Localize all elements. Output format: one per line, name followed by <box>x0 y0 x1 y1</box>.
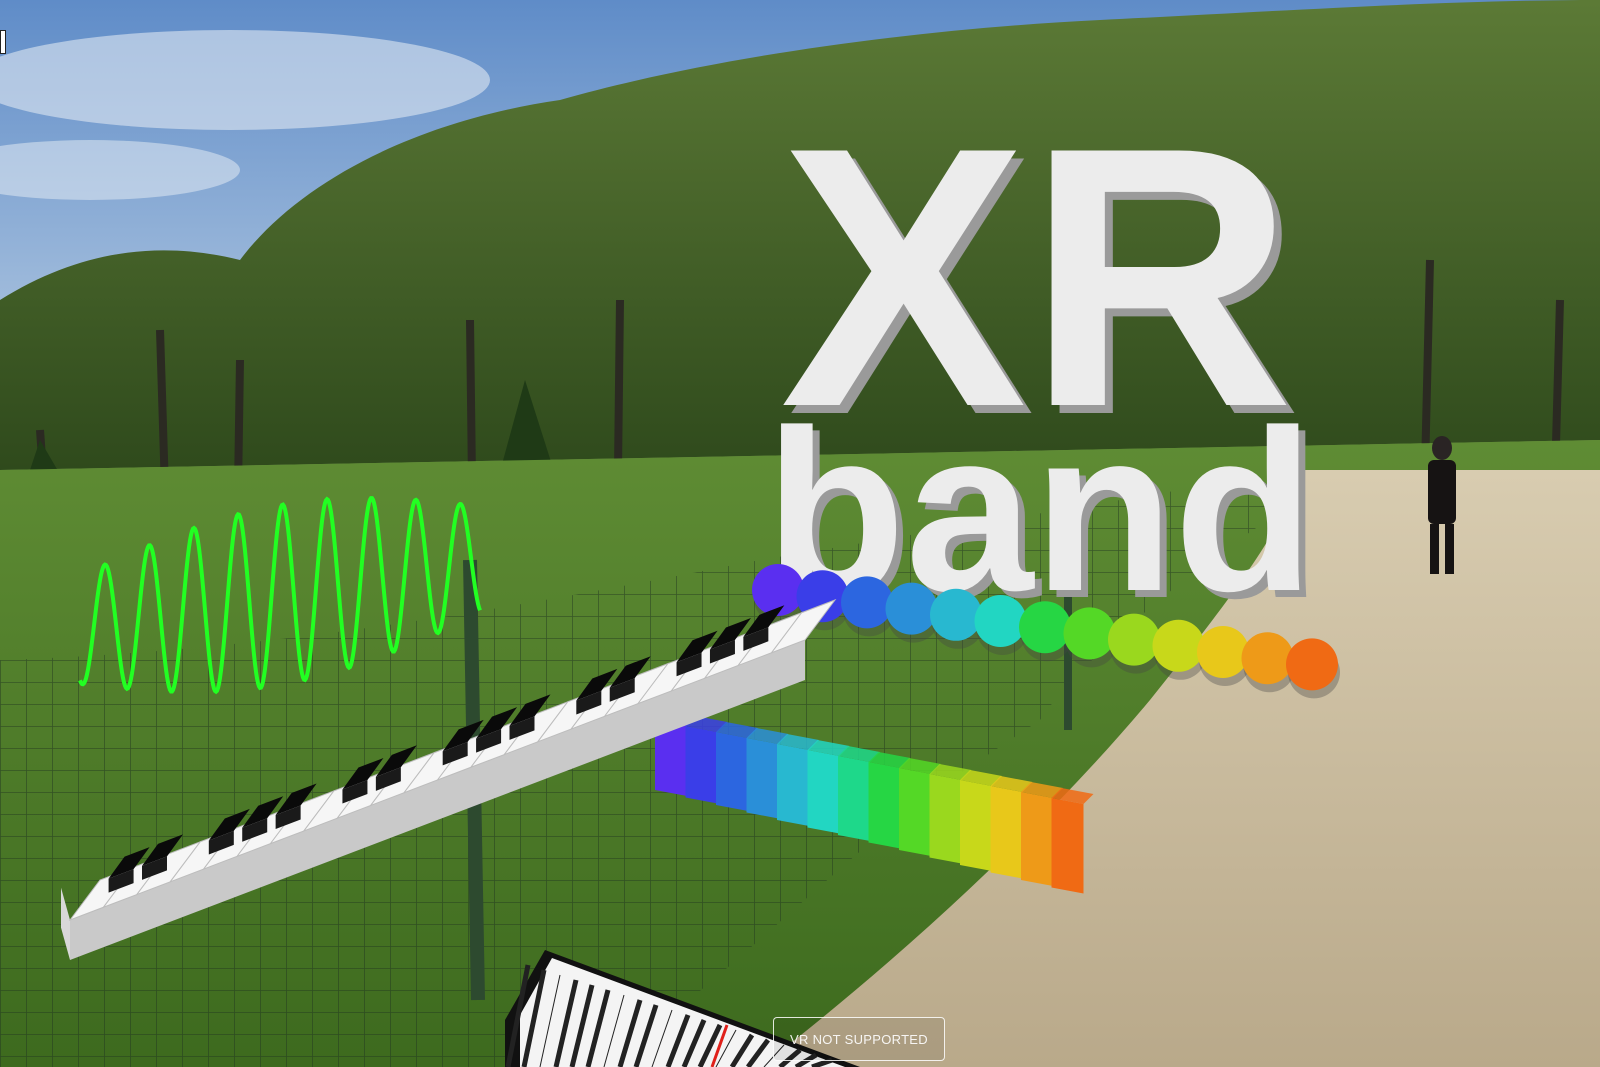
vr-not-supported-button[interactable]: VR NOT SUPPORTED <box>773 1017 945 1061</box>
corner-marker <box>0 30 6 54</box>
xr-band-title: XR XR band band <box>765 71 1321 646</box>
xr-scene-canvas[interactable]: XR XR band band <box>0 0 1600 1067</box>
